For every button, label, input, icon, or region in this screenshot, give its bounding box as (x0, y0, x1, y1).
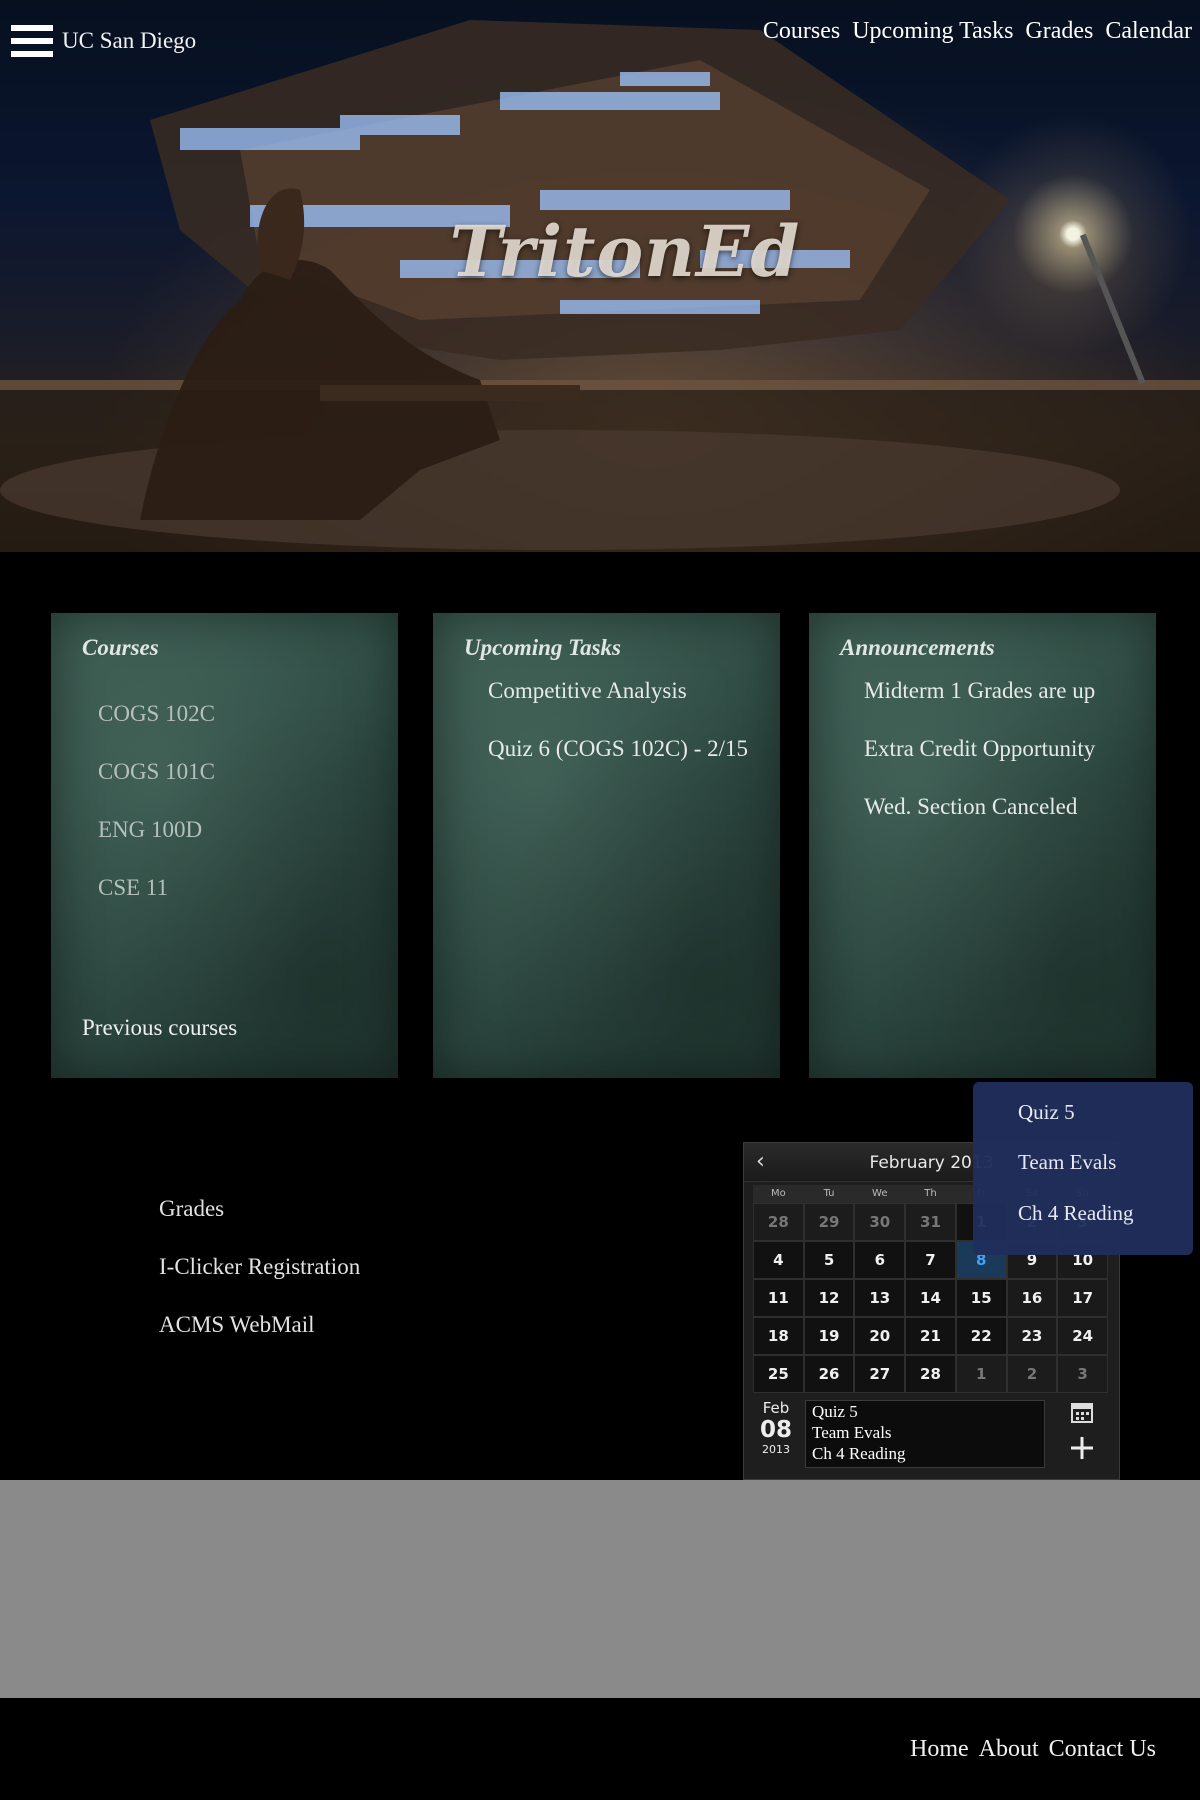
calendar-day-cell[interactable]: 7 (905, 1241, 956, 1279)
calendar-day-cell[interactable]: 2 (1006, 1355, 1058, 1393)
weekday-label: Tu (823, 1188, 835, 1199)
event-list: Quiz 5 Team Evals Ch 4 Reading (805, 1400, 1045, 1468)
calendar-day-cell[interactable]: 25 (753, 1355, 804, 1393)
popup-item[interactable]: Ch 4 Reading (1018, 1201, 1134, 1226)
footer-about-link[interactable]: About (979, 1736, 1039, 1763)
events-popup: Quiz 5 Team Evals Ch 4 Reading (973, 1082, 1193, 1255)
announcements-panel: Announcements Midterm 1 Grades are up Ex… (809, 613, 1156, 1078)
calendar-day-cell[interactable]: 24 (1057, 1317, 1108, 1355)
calendar-day-cell[interactable]: 29 (803, 1203, 855, 1241)
courses-heading[interactable]: Courses (82, 635, 159, 661)
calendar-day-cell[interactable]: 28 (905, 1355, 956, 1393)
nav-grades[interactable]: Grades (1025, 18, 1093, 45)
calendar-day-cell[interactable]: 14 (905, 1279, 956, 1317)
upcoming-tasks-panel: Upcoming Tasks Competitive Analysis Quiz… (433, 613, 780, 1078)
footer-home-link[interactable]: Home (910, 1736, 969, 1763)
course-item[interactable]: CSE 11 (98, 875, 215, 933)
footer-contact-link[interactable]: Contact Us (1049, 1736, 1156, 1763)
selected-day: 08 (759, 1417, 792, 1443)
weekday-label: We (872, 1188, 888, 1199)
calendar-day-cell[interactable]: 15 (955, 1279, 1007, 1317)
calendar-day-cell[interactable]: 31 (905, 1203, 956, 1241)
calendar-day-cell[interactable]: 3 (1057, 1355, 1108, 1393)
event-item[interactable]: Team Evals (812, 1422, 1038, 1443)
announcements-heading[interactable]: Announcements (840, 635, 995, 661)
plus-icon[interactable] (1069, 1435, 1095, 1465)
task-item[interactable]: Competitive Analysis (488, 678, 748, 736)
calendar-day-cell[interactable]: 20 (854, 1317, 906, 1355)
nav-calendar[interactable]: Calendar (1105, 18, 1192, 45)
calendar-day-cell[interactable]: 18 (753, 1317, 804, 1355)
hero-banner: UC San Diego Courses Upcoming Tasks Grad… (0, 0, 1200, 552)
calendar-day-cell[interactable]: 26 (803, 1355, 855, 1393)
announcement-item[interactable]: Extra Credit Opportunity (864, 736, 1095, 794)
footer-navigation: Home About Contact Us (910, 1736, 1156, 1763)
selected-month: Feb (762, 1399, 790, 1417)
calendar-footer: Feb 08 2013 Quiz 5 Team Evals Ch 4 Readi… (753, 1397, 1108, 1473)
announcement-list: Midterm 1 Grades are up Extra Credit Opp… (864, 678, 1095, 852)
calendar-day-cell[interactable]: 27 (854, 1355, 906, 1393)
courses-panel: Courses COGS 102C COGS 101C ENG 100D CSE… (51, 613, 398, 1078)
announcement-item[interactable]: Wed. Section Canceled (864, 794, 1095, 852)
webmail-link[interactable]: ACMS WebMail (159, 1312, 360, 1370)
previous-courses-link[interactable]: Previous courses (82, 1015, 237, 1041)
calendar-day-cell[interactable]: 19 (803, 1317, 855, 1355)
popup-item[interactable]: Quiz 5 (1018, 1100, 1075, 1125)
top-navigation: Courses Upcoming Tasks Grades Calendar (763, 18, 1192, 45)
course-item[interactable]: COGS 101C (98, 759, 215, 817)
quick-links: Grades I-Clicker Registration ACMS WebMa… (159, 1196, 360, 1370)
grades-link[interactable]: Grades (159, 1196, 360, 1254)
event-item[interactable]: Quiz 5 (812, 1401, 1038, 1422)
calendar-day-cell[interactable]: 28 (753, 1203, 804, 1241)
event-item[interactable]: Ch 4 Reading (812, 1443, 1038, 1464)
course-item[interactable]: COGS 102C (98, 701, 215, 759)
announcement-item[interactable]: Midterm 1 Grades are up (864, 678, 1095, 736)
calendar-day-cell[interactable]: 13 (854, 1279, 906, 1317)
calendar-day-cell[interactable]: 23 (1006, 1317, 1058, 1355)
selected-year: 2013 (762, 1443, 790, 1456)
weekday-label: Mo (770, 1188, 786, 1199)
calendar-day-cell[interactable]: 12 (803, 1279, 855, 1317)
calendar-day-cell[interactable]: 22 (955, 1317, 1007, 1355)
calendar-day-cell[interactable]: 21 (905, 1317, 956, 1355)
nav-upcoming-tasks[interactable]: Upcoming Tasks (852, 18, 1013, 45)
site-title: TritonEd (449, 210, 801, 293)
popup-item[interactable]: Team Evals (1018, 1150, 1116, 1175)
course-item[interactable]: ENG 100D (98, 817, 215, 875)
weekday-label: Th (924, 1188, 937, 1199)
footer: Home About Contact Us (0, 1698, 1200, 1800)
menu-icon[interactable] (11, 25, 53, 65)
calendar-day-cell[interactable]: 6 (854, 1241, 906, 1279)
course-list: COGS 102C COGS 101C ENG 100D CSE 11 (98, 701, 215, 933)
brand-name: UC San Diego (62, 28, 197, 53)
task-list: Competitive Analysis Quiz 6 (COGS 102C) … (488, 678, 748, 794)
calendar-day-cell[interactable]: 4 (753, 1241, 804, 1279)
selected-date: Feb 08 2013 (753, 1399, 799, 1456)
calendar-icon[interactable] (1069, 1399, 1095, 1429)
calendar-day-cell[interactable]: 11 (753, 1279, 804, 1317)
calendar-day-cell[interactable]: 30 (854, 1203, 906, 1241)
iclicker-link[interactable]: I-Clicker Registration (159, 1254, 360, 1312)
task-item[interactable]: Quiz 6 (COGS 102C) - 2/15 (488, 736, 748, 794)
calendar-day-cell[interactable]: 5 (803, 1241, 855, 1279)
nav-courses[interactable]: Courses (763, 18, 840, 45)
tasks-heading[interactable]: Upcoming Tasks (464, 635, 621, 661)
calendar-day-cell[interactable]: 16 (1006, 1279, 1058, 1317)
grey-band (0, 1480, 1200, 1698)
calendar-day-cell[interactable]: 1 (955, 1355, 1007, 1393)
calendar-day-cell[interactable]: 17 (1057, 1279, 1108, 1317)
